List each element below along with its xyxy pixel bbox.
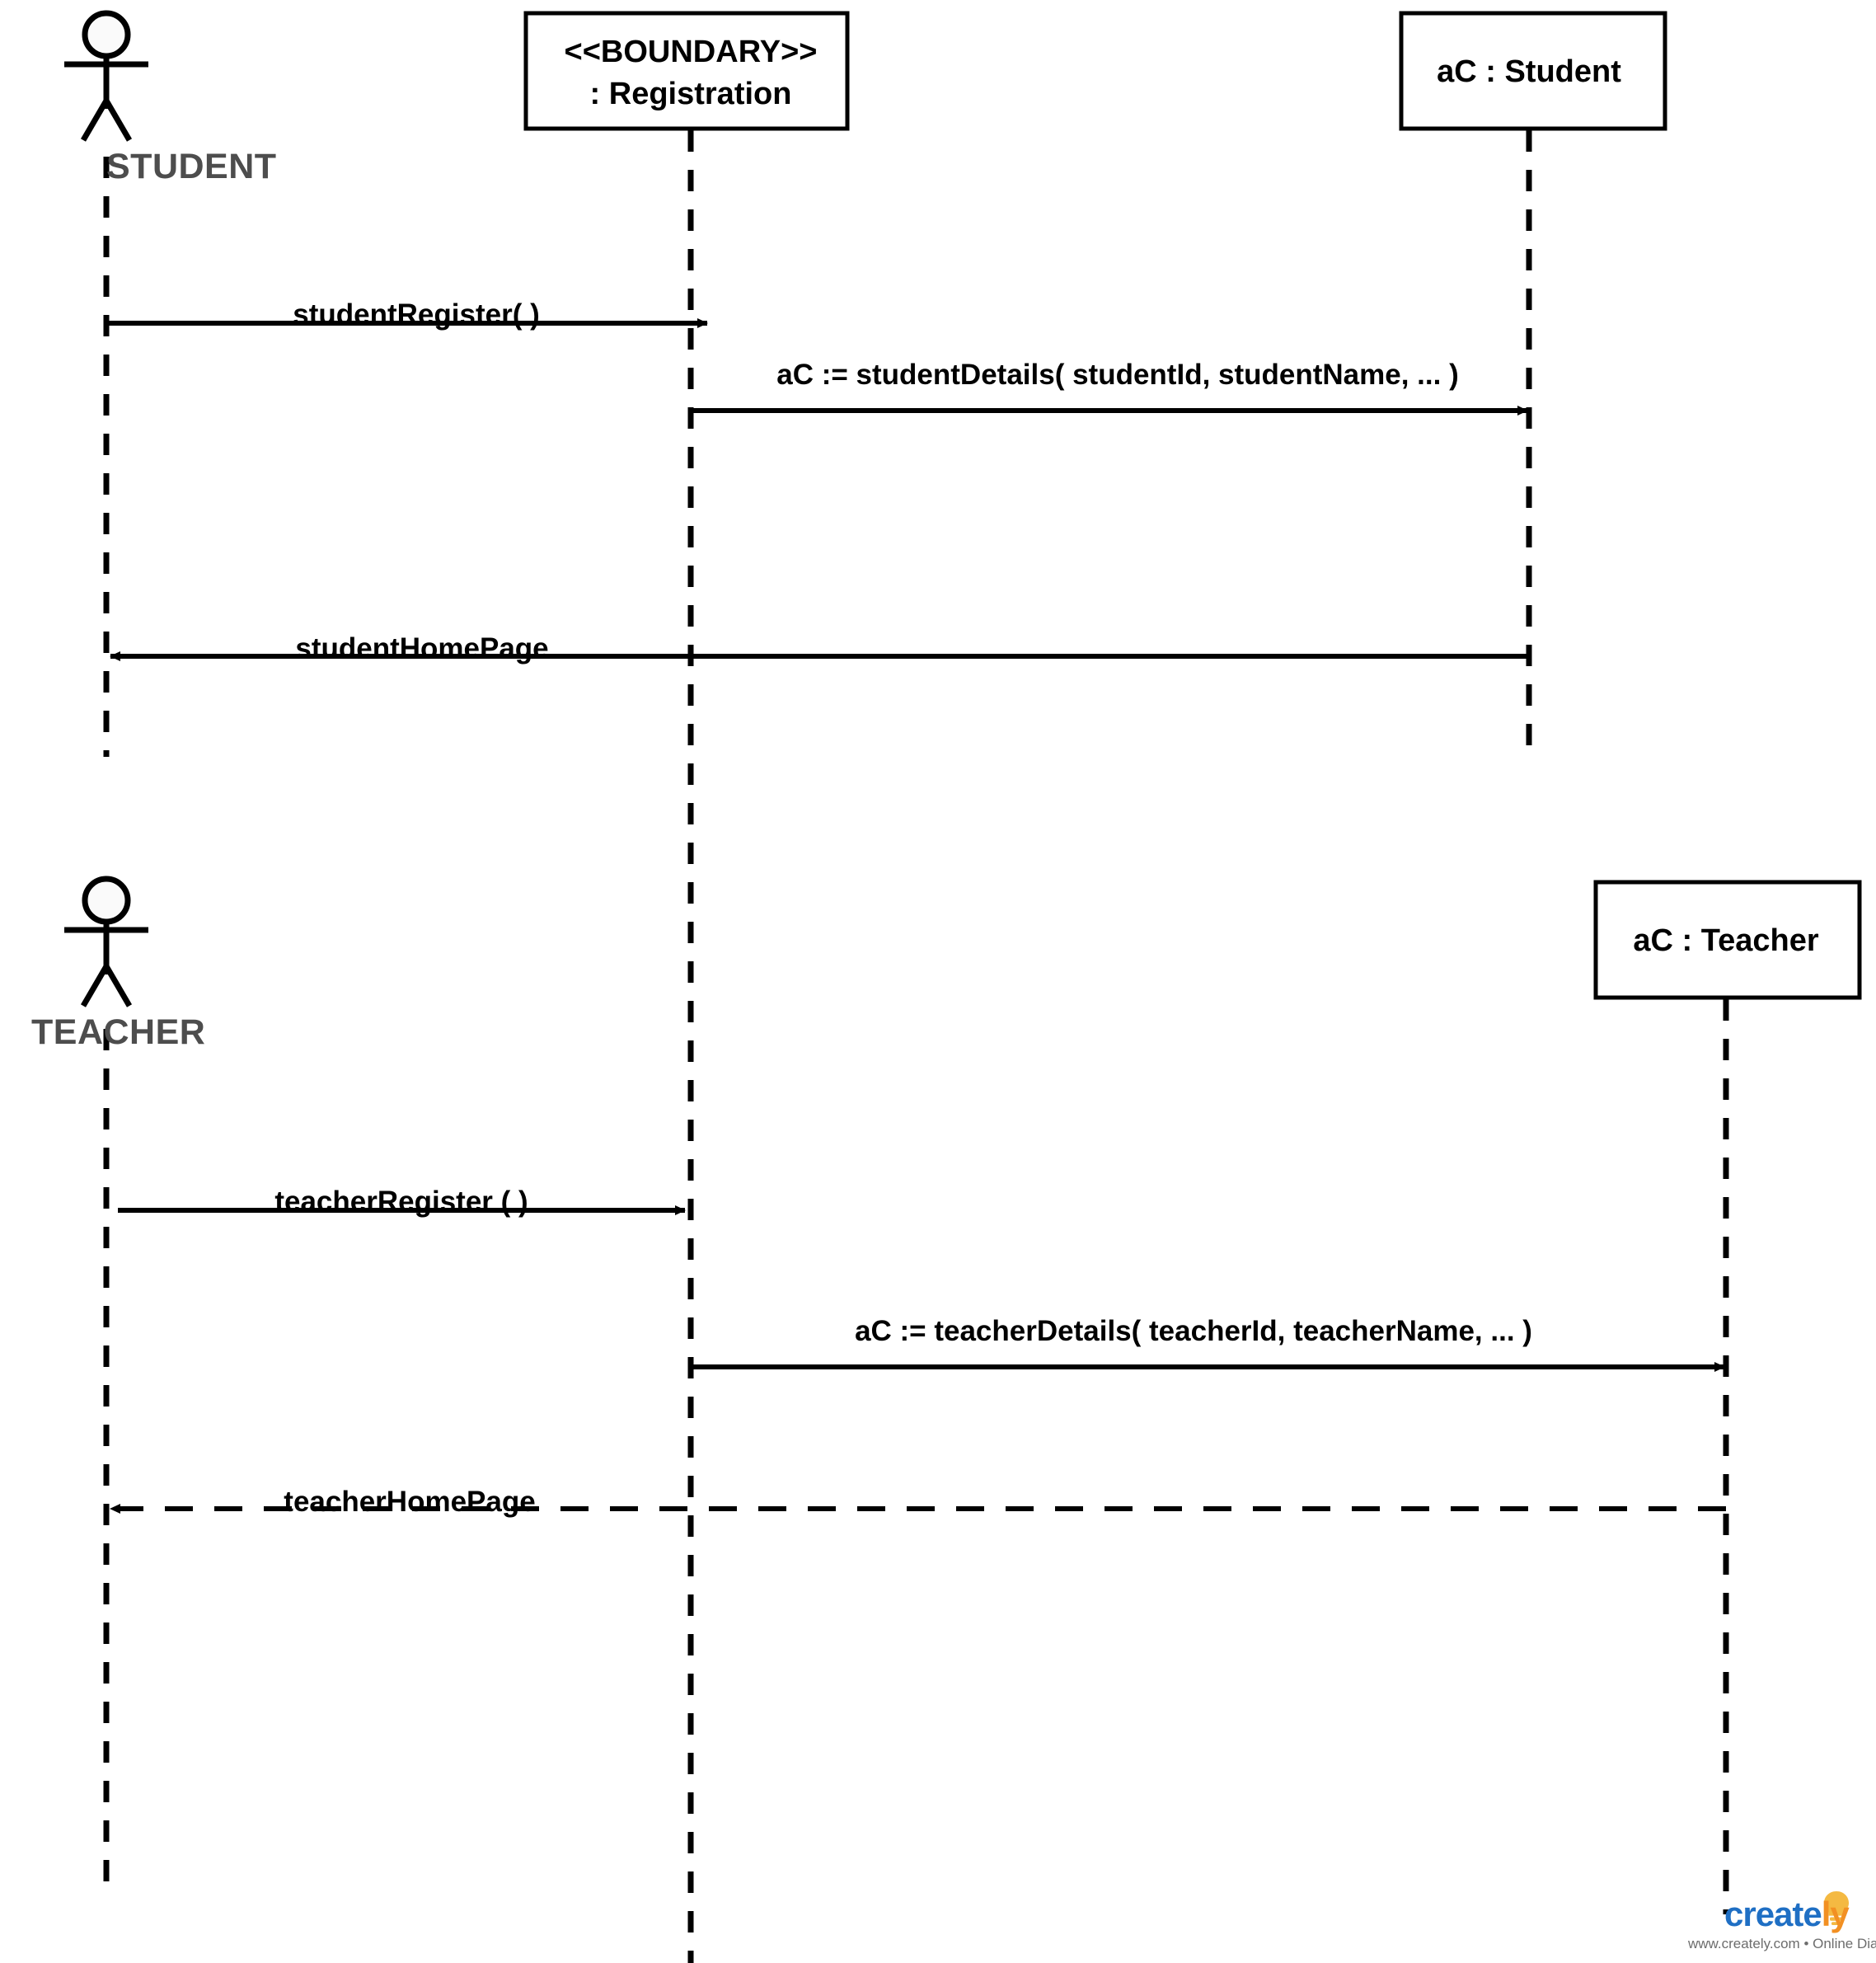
creately-logo-primary: creat [1724, 1895, 1803, 1933]
message-label-teacher-register: teacherRegister ( ) [274, 1186, 528, 1218]
sequence-diagram-svg [64, 10, 1862, 1963]
actor-student-figure [64, 10, 148, 142]
creately-logo-accent: ly [1821, 1895, 1850, 1933]
message-label-student-register: studentRegister( ) [293, 298, 540, 331]
creately-logo-text: creately [1724, 1895, 1850, 1934]
creately-watermark[interactable]: creately www.creately.com • Online Diagr… [1688, 1890, 1876, 1959]
participant-label-registration: : Registration [589, 77, 792, 111]
participant-label-teacher-class: aC : Teacher [1633, 923, 1819, 958]
participant-stereotype-registration: <<BOUNDARY>> [564, 35, 818, 69]
message-label-student-details: aC := studentDetails( studentId, student… [776, 359, 1459, 391]
creately-tagline: www.creately.com • Online Diagramming [1688, 1936, 1876, 1951]
participant-label-student-class: aC : Student [1437, 54, 1621, 89]
diagram-canvas: STUDENT <<BOUNDARY>> : Registration aC :… [0, 0, 1876, 1963]
creately-logo-secondary: e [1803, 1895, 1822, 1933]
message-label-teacher-homepage: teacherHomePage [284, 1486, 536, 1518]
message-label-teacher-details: aC := teacherDetails( teacherId, teacher… [855, 1315, 1532, 1347]
actor-label-teacher: TEACHER [31, 1012, 206, 1052]
actor-label-student: STUDENT [106, 147, 277, 186]
actor-teacher-figure [64, 876, 148, 1007]
message-label-student-homepage: studentHomePage [295, 632, 549, 665]
